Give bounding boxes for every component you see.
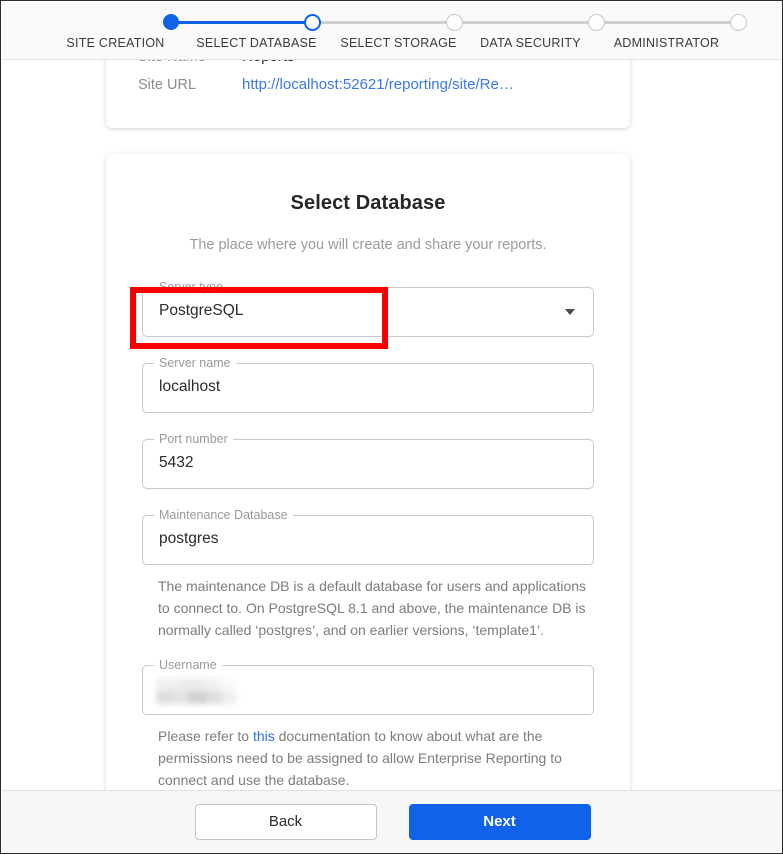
step-dot-todo-icon	[730, 14, 747, 31]
select-database-card: Select Database The place where you will…	[106, 154, 630, 792]
page-title: Select Database	[290, 192, 446, 214]
site-summary-rows: Site Name Reports Site URL http://localh…	[106, 60, 630, 104]
maintenance-database-input[interactable]: Maintenance Database postgres	[142, 508, 594, 565]
field-server-type[interactable]: Server type PostgreSQL	[142, 280, 594, 337]
stepper-connector-2	[312, 21, 455, 24]
port-number-value: 5432	[159, 454, 194, 471]
username-helper-text-before: Please refer to	[158, 728, 253, 744]
maintenance-database-helper-text: The maintenance DB is a default database…	[158, 578, 587, 638]
server-name-label: Server name	[154, 356, 236, 370]
stepper-label-select-storage[interactable]: SELECT STORAGE	[340, 36, 456, 50]
stepper-node-administrator[interactable]	[728, 11, 750, 33]
field-server-name[interactable]: Server name localhost	[142, 356, 594, 413]
server-name-input[interactable]: Server name localhost	[142, 356, 594, 413]
field-maintenance-database[interactable]: Maintenance Database postgres	[142, 508, 594, 565]
summary-label-site-name: Site Name	[138, 60, 242, 65]
step-dot-todo-icon	[446, 14, 463, 31]
summary-value-site-name: Reports	[242, 60, 295, 65]
stepper-node-data-security[interactable]	[586, 11, 608, 33]
back-button[interactable]: Back	[194, 803, 377, 840]
stepper-label-data-security[interactable]: DATA SECURITY	[480, 36, 581, 50]
site-summary-card: Site Name Reports Site URL http://localh…	[106, 60, 630, 128]
page-subtitle: The place where you will create and shar…	[189, 237, 547, 253]
stepper-label-select-database[interactable]: SELECT DATABASE	[196, 36, 316, 50]
summary-row-site-url: Site URL http://localhost:52621/reportin…	[106, 76, 630, 104]
summary-value-site-url[interactable]: http://localhost:52621/reporting/site/Re…	[242, 76, 514, 93]
stepper-connector-4	[596, 21, 739, 24]
step-dot-done-icon	[162, 14, 179, 30]
stepper-node-select-database[interactable]	[302, 11, 324, 33]
field-username[interactable]: Username	[142, 658, 594, 715]
summary-row-site-name: Site Name Reports	[106, 60, 630, 76]
stepper-track	[83, 11, 747, 33]
wizard-content-scroll[interactable]: Site Name Reports Site URL http://localh…	[2, 60, 782, 792]
maintenance-database-value: postgres	[159, 530, 219, 547]
username-redacted-value	[156, 678, 236, 704]
field-port-number[interactable]: Port number 5432	[142, 432, 594, 489]
chevron-down-icon[interactable]	[565, 309, 575, 315]
redaction-block	[156, 691, 236, 704]
server-type-select[interactable]: Server type PostgreSQL	[142, 280, 594, 337]
documentation-link[interactable]: this	[253, 728, 275, 744]
server-type-label: Server type	[154, 280, 228, 294]
database-form: Server type PostgreSQL Server name local…	[142, 280, 594, 791]
stepper-label-site-creation[interactable]: SITE CREATION	[66, 36, 164, 50]
stepper-node-site-creation[interactable]	[160, 11, 182, 33]
redaction-block	[156, 678, 236, 691]
maintenance-database-label: Maintenance Database	[154, 508, 293, 522]
stepper-labels: SITE CREATION SELECT DATABASE SELECT STO…	[66, 36, 719, 56]
username-input[interactable]: Username	[142, 658, 594, 715]
summary-label-site-url: Site URL	[138, 77, 197, 93]
stepper-connector-1	[170, 21, 313, 24]
username-helper-text: Please refer to this documentation to kn…	[158, 725, 592, 791]
stepper-node-select-storage[interactable]	[444, 11, 466, 33]
wizard-stepper-bar: SITE CREATION SELECT DATABASE SELECT STO…	[2, 2, 782, 60]
port-number-label: Port number	[154, 432, 233, 446]
step-dot-current-icon	[304, 14, 321, 31]
server-type-value: PostgreSQL	[159, 302, 244, 319]
next-button[interactable]: Next	[408, 803, 591, 840]
port-number-input[interactable]: Port number 5432	[142, 432, 594, 489]
step-dot-todo-icon	[588, 14, 605, 31]
stepper-connector-3	[454, 21, 597, 24]
server-name-value: localhost	[159, 378, 221, 395]
wizard-footer: Back Next	[2, 790, 782, 852]
wizard-stepper: SITE CREATION SELECT DATABASE SELECT STO…	[66, 2, 747, 56]
username-label: Username	[154, 658, 222, 672]
stepper-label-administrator[interactable]: ADMINISTRATOR	[614, 36, 720, 50]
app-window: SITE CREATION SELECT DATABASE SELECT STO…	[0, 0, 783, 854]
